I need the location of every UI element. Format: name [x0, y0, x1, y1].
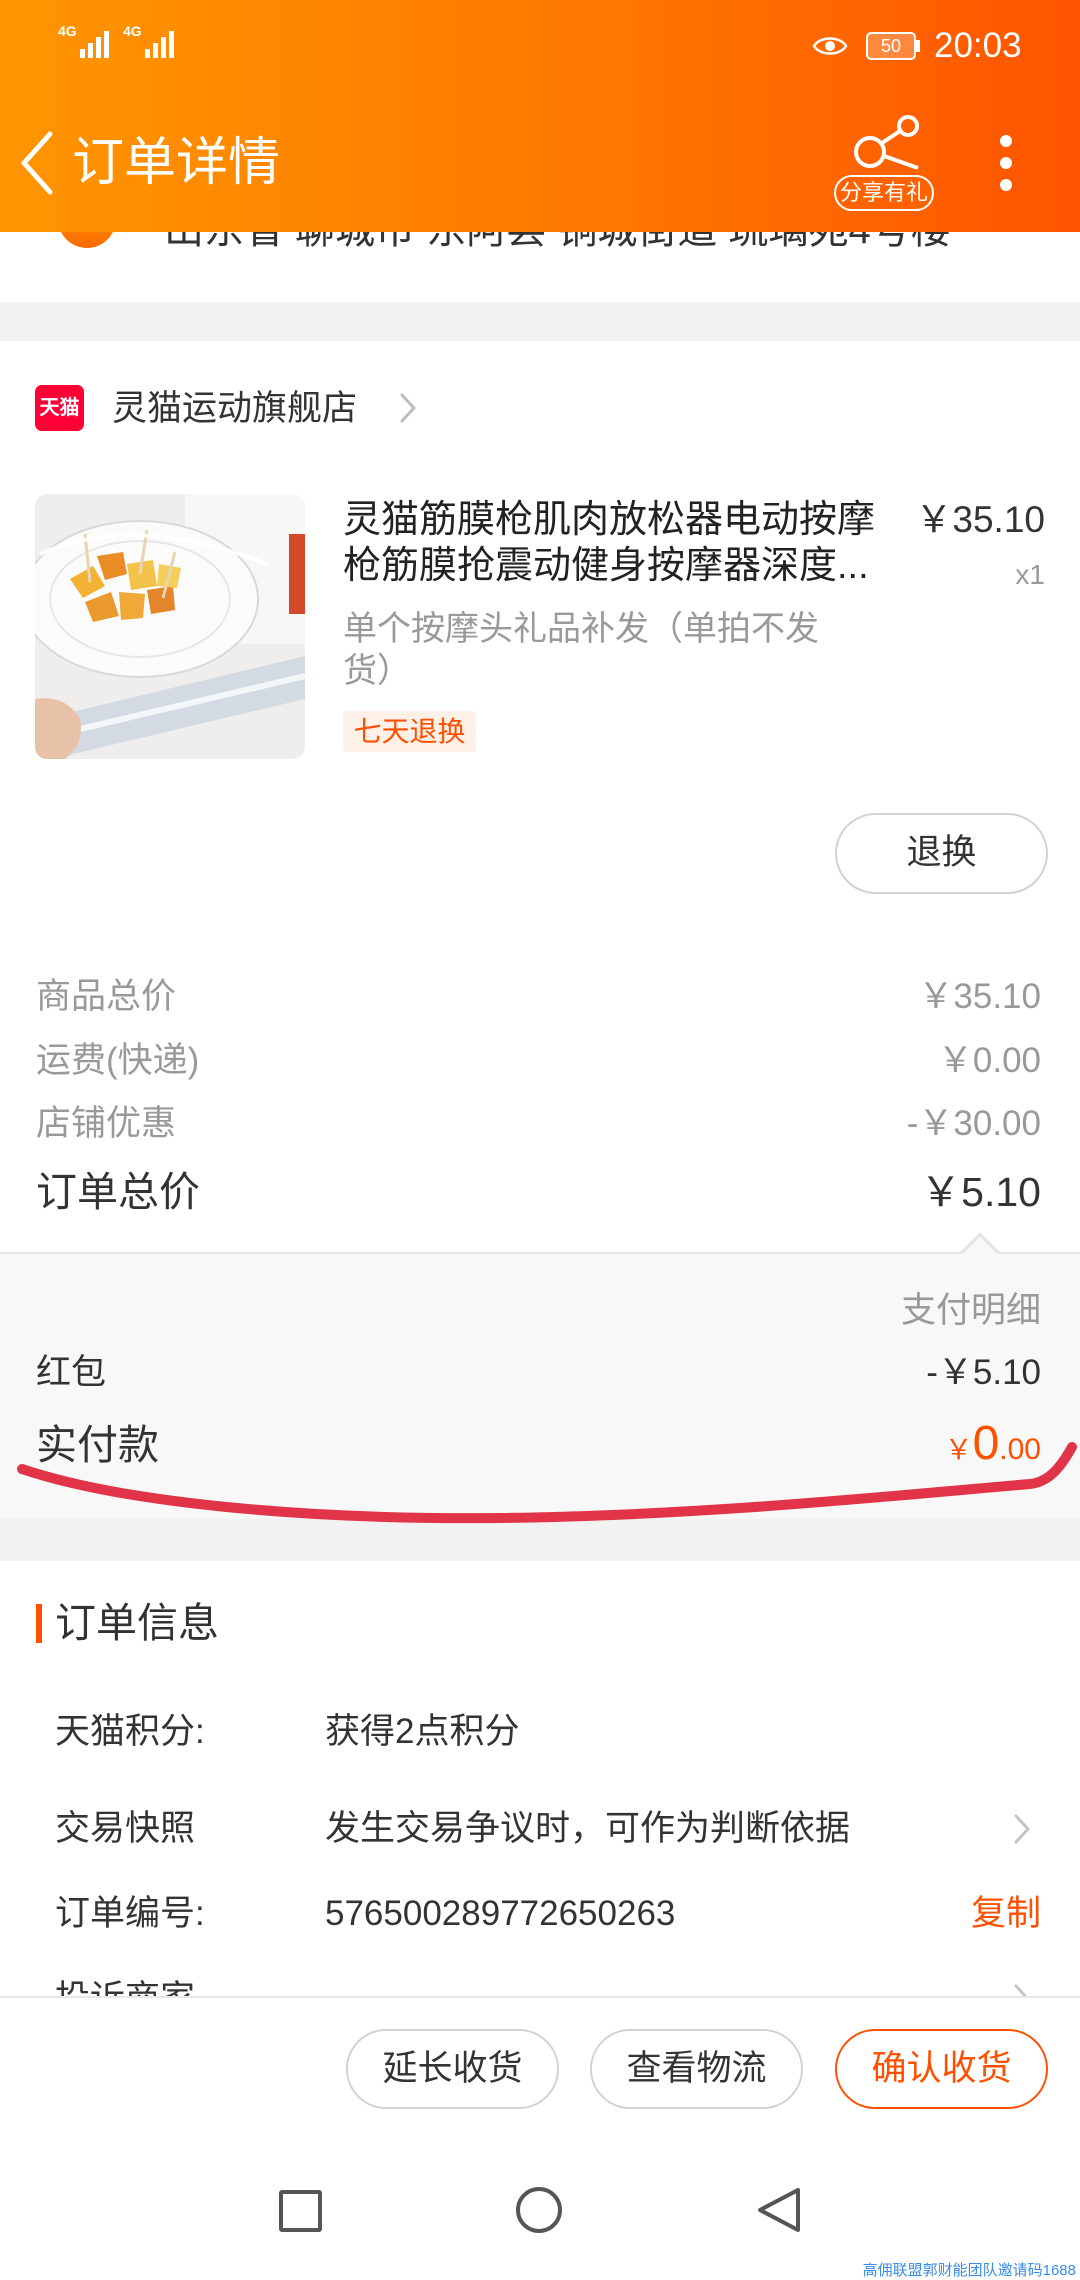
network-type-label: 4G: [123, 23, 142, 39]
signal-bars: [144, 31, 174, 58]
more-menu-button[interactable]: [984, 124, 1028, 202]
chevron-left-icon: [21, 131, 53, 195]
food-piece: [147, 586, 175, 614]
bottom-action-bar: 延长收货 查看物流 确认收货: [0, 1996, 1080, 2134]
return-exchange-button[interactable]: 退换: [835, 813, 1048, 894]
order-info-title: 订单信息: [55, 1600, 219, 1646]
share-gift-badge: 分享有礼: [834, 175, 934, 211]
view-logistics-button[interactable]: 查看物流: [590, 2029, 803, 2109]
order-total-value: ￥5.10: [920, 1169, 1041, 1215]
status-time: 20:03: [934, 26, 1022, 65]
payment-detail-title: 支付明细: [900, 1291, 1041, 1330]
signal-bars: [79, 31, 109, 58]
product-quantity: x1: [1015, 559, 1045, 590]
eye-comfort-icon: [812, 37, 848, 55]
circle-icon[interactable]: [516, 2187, 562, 2233]
system-navigation-bar: [0, 2134, 1080, 2280]
more-vertical-icon: [984, 124, 1028, 202]
store-name: 灵猫运动旗舰店: [112, 389, 358, 428]
chevron-right-icon: [400, 393, 416, 423]
chevron-right-stroke: [400, 393, 416, 423]
share-link-top: [880, 129, 902, 145]
store-discount-value: -￥30.00: [906, 1104, 1041, 1143]
copy-order-number-button[interactable]: 复制: [971, 1892, 1041, 1936]
product-spec: 单个按摩头礼品补发（单拍不发货）: [343, 610, 819, 690]
share-nodes-icon: [854, 115, 919, 170]
battery-nub: [916, 40, 920, 52]
subtotal-value: ￥35.10: [918, 977, 1041, 1016]
product-image[interactable]: [35, 494, 305, 759]
product-photo: [35, 494, 305, 759]
order-number-label: 订单编号:: [55, 1894, 205, 1933]
menu-dot: [1000, 179, 1012, 191]
return-policy-tag: 七天退换: [343, 711, 476, 752]
shipping-value: ￥0.00: [937, 1041, 1041, 1080]
product-price: ￥35.10: [915, 499, 1045, 540]
share-link-bottom: [883, 154, 919, 170]
shipping-label: 运费(快递): [36, 1041, 200, 1080]
store-discount-label: 店铺优惠: [36, 1104, 177, 1143]
share-button[interactable]: 分享有礼: [832, 108, 936, 214]
page-title: 订单详情: [72, 134, 281, 192]
battery-icon: 50: [866, 32, 916, 60]
tmall-points-label: 天猫积分:: [55, 1712, 205, 1751]
back-button[interactable]: [10, 126, 66, 200]
watermark-text: 高佣联盟郭财能团队邀请码1688: [862, 2262, 1076, 2279]
extend-receipt-button[interactable]: 延长收货: [346, 2029, 559, 2109]
tmall-logo: 天猫: [35, 385, 84, 431]
hand-drawn-underline: [17, 1442, 1077, 1524]
signal-icon: 4G: [123, 24, 174, 58]
triangle-back-stroke: [758, 2188, 800, 2232]
signal-icon: 4G: [58, 24, 109, 58]
triangle-back-icon[interactable]: [756, 2186, 802, 2234]
battery-level: 50: [880, 36, 902, 56]
food-piece: [119, 592, 145, 620]
chevron-right-icon: [1014, 1814, 1030, 1844]
chevron-left-stroke: [21, 131, 53, 195]
trade-snapshot-label: 交易快照: [55, 1809, 196, 1848]
red-packet-label: 红包: [36, 1353, 107, 1392]
chevron-right-stroke: [1014, 1814, 1030, 1844]
order-total-label: 订单总价: [36, 1169, 200, 1215]
share-node-main: [854, 136, 886, 168]
package-box: [289, 534, 305, 614]
red-packet-value: -￥5.10: [926, 1353, 1041, 1392]
section-accent-bar: [36, 1604, 42, 1643]
square-icon[interactable]: [279, 2190, 322, 2232]
payment-detail-pointer-fill: [963, 1237, 997, 1254]
menu-dot: [1000, 157, 1012, 169]
product-title[interactable]: 灵猫筋膜枪肌肉放松器电动按摩枪筋膜抢震动健身按摩器深度...: [343, 497, 888, 589]
top-app-bar: 4G 4G 50 20:03 订单详情 分享有礼: [0, 0, 1080, 232]
share-node-top: [897, 115, 919, 137]
subtotal-label: 商品总价: [36, 977, 177, 1016]
tmall-points-value: 获得2点积分: [325, 1712, 520, 1751]
underline-stroke: [17, 1442, 1077, 1524]
confirm-receipt-button[interactable]: 确认收货: [835, 2029, 1048, 2109]
order-number-value: 576500289772650263: [325, 1894, 676, 1933]
eye-pupil: [825, 41, 835, 51]
menu-dot: [1000, 135, 1012, 147]
trade-snapshot-value: 发生交易争议时，可作为判断依据: [325, 1809, 851, 1848]
store-link[interactable]: 天猫 灵猫运动旗舰店: [20, 370, 440, 448]
network-type-label: 4G: [58, 23, 77, 39]
